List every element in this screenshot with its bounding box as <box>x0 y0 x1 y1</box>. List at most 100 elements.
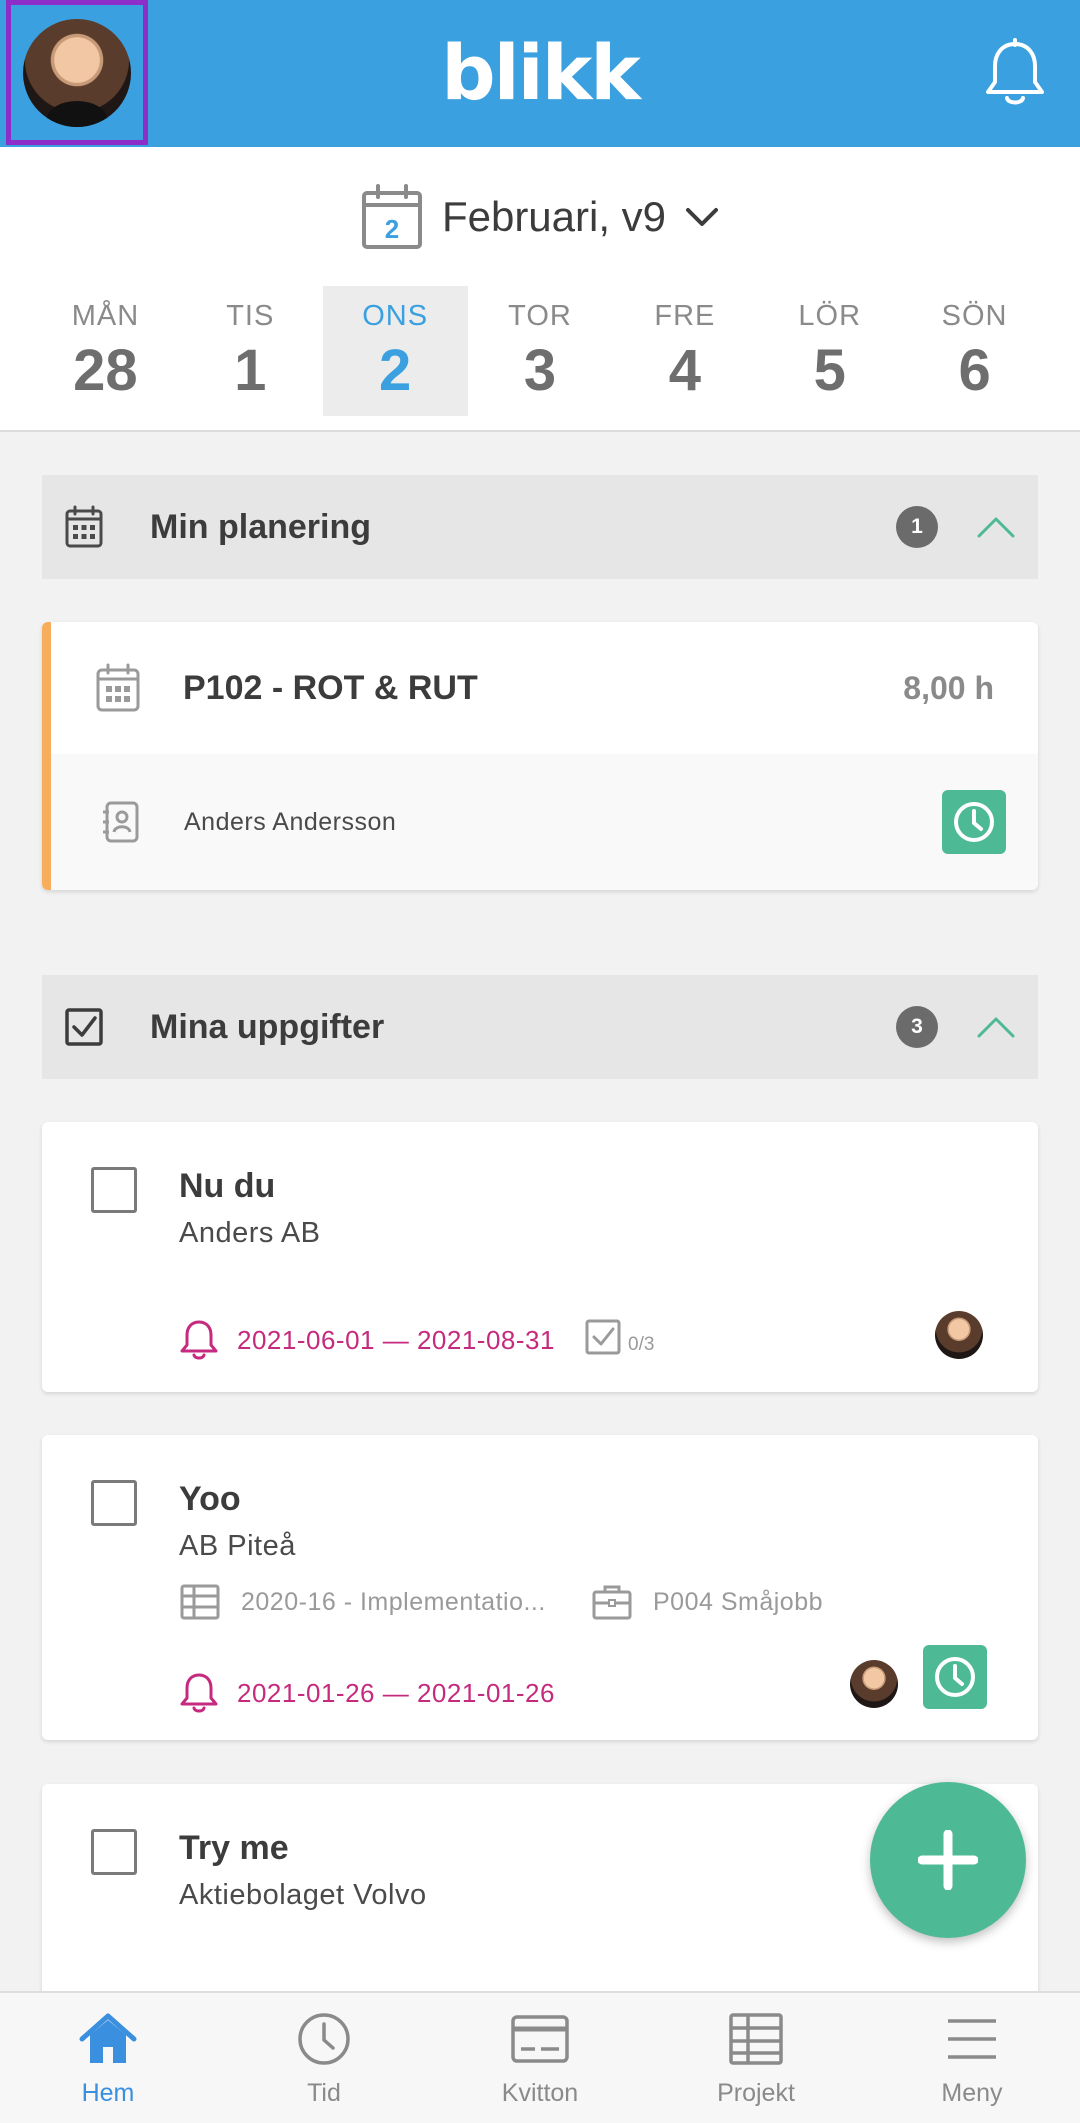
chevron-down-icon <box>686 208 719 226</box>
bell-icon[interactable] <box>982 38 1048 110</box>
nav-label: Hem <box>81 2079 135 2107</box>
assignee-avatar <box>850 1660 898 1708</box>
clock-icon <box>935 1657 975 1697</box>
bottom-navigation: Hem Tid Kvitton Projekt Meny <box>0 1991 1080 2123</box>
task-due-dates: 2021-01-26 — 2021-01-26 <box>237 1677 555 1708</box>
day-wed[interactable]: ONS 2 <box>322 286 468 416</box>
calendar-icon <box>65 505 103 548</box>
day-number: 2 <box>379 338 412 403</box>
task-title: Yoo <box>179 1480 241 1518</box>
card-stripe <box>42 622 51 890</box>
task-checkbox[interactable] <box>91 1480 137 1526</box>
checklist-icon <box>585 1319 621 1355</box>
task-card[interactable]: Yoo AB Piteå 2020-16 - Implementatio... … <box>42 1435 1038 1740</box>
planning-section-header[interactable]: Min planering 1 <box>42 475 1038 579</box>
checklist-progress: 0/3 <box>584 1318 654 1356</box>
nav-label: Meny <box>941 2079 1003 2107</box>
task-due: 2021-06-01 — 2021-08-31 <box>179 1318 555 1362</box>
day-name: TIS <box>226 300 275 332</box>
day-number: 6 <box>958 338 991 403</box>
contact-name: Anders Andersson <box>184 807 397 836</box>
planning-card-header: P102 - ROT & RUT 8,00 h <box>51 622 1038 754</box>
day-number: 28 <box>73 338 138 403</box>
task-project-label: 2020-16 - Implementatio... <box>241 1587 546 1616</box>
assignee-avatar <box>935 1311 983 1359</box>
task-due-dates: 2021-06-01 — 2021-08-31 <box>237 1324 555 1355</box>
task-project: 2020-16 - Implementatio... <box>179 1583 546 1621</box>
month-week-label: Februari, v9 <box>441 193 667 240</box>
calendar-icon <box>96 663 140 712</box>
nav-receipts[interactable]: Kvitton <box>432 1993 648 2123</box>
day-fri[interactable]: FRE 4 <box>612 286 757 416</box>
day-number: 4 <box>668 338 701 403</box>
task-due: 2021-01-26 — 2021-01-26 <box>179 1671 555 1715</box>
clock-icon <box>954 802 994 842</box>
count-badge: 3 <box>896 1006 938 1048</box>
planning-hours: 8,00 h <box>903 669 994 706</box>
planning-title: P102 - ROT & RUT <box>183 668 478 707</box>
chevron-up-icon[interactable] <box>976 515 1016 539</box>
week-selector: 2 Februari, v9 MÅN 28 TIS 1 ONS 2 TOR 3 FRE 4… <box>0 147 1080 432</box>
task-job: P004 Småjobb <box>591 1583 823 1621</box>
count-badge: 1 <box>896 506 938 548</box>
receipt-icon <box>511 2015 569 2063</box>
day-sat[interactable]: LÖR 5 <box>757 286 902 416</box>
day-name: ONS <box>362 300 429 332</box>
contact-card-icon <box>103 801 139 843</box>
day-name: LÖR <box>798 300 862 332</box>
day-name: MÅN <box>71 300 140 332</box>
day-number: 3 <box>523 338 557 403</box>
day-list: MÅN 28 TIS 1 ONS 2 TOR 3 FRE 4 LÖR 5 SÖN 6 <box>33 286 1047 416</box>
task-title: Nu du <box>179 1167 276 1205</box>
bell-icon <box>180 1320 218 1360</box>
section-title: Min planering <box>150 507 371 546</box>
project-icon <box>729 2013 783 2065</box>
add-button[interactable] <box>870 1782 1026 1938</box>
planning-card[interactable]: P102 - ROT & RUT 8,00 h Anders Andersson <box>42 622 1038 890</box>
day-number: 5 <box>813 338 846 403</box>
nav-menu[interactable]: Meny <box>864 1993 1080 2123</box>
bell-icon <box>180 1673 218 1713</box>
day-name: TOR <box>508 300 572 332</box>
day-thu[interactable]: TOR 3 <box>468 286 613 416</box>
section-title: Mina uppgifter <box>150 1007 385 1046</box>
home-icon <box>79 2013 137 2063</box>
checklist-count: 0/3 <box>628 1334 655 1355</box>
briefcase-icon <box>592 1585 632 1620</box>
nav-time[interactable]: Tid <box>216 1993 432 2123</box>
app-logo: blikk <box>441 28 641 117</box>
task-company: Anders AB <box>179 1217 321 1249</box>
day-number: 1 <box>234 338 267 403</box>
checkbox-checked-icon <box>65 1008 103 1046</box>
table-icon <box>180 1584 220 1620</box>
task-card[interactable]: Nu du Anders AB 2021-06-01 — 2021-08-31 … <box>42 1122 1038 1392</box>
day-sun[interactable]: SÖN 6 <box>902 286 1047 416</box>
day-name: FRE <box>654 300 716 332</box>
start-timer-button[interactable] <box>923 1645 987 1709</box>
calendar-day: 2 <box>385 214 399 244</box>
day-name: SÖN <box>941 300 1008 332</box>
day-tue[interactable]: TIS 1 <box>178 286 323 416</box>
plus-icon <box>918 1830 978 1890</box>
start-timer-button[interactable] <box>942 790 1006 854</box>
day-mon[interactable]: MÅN 28 <box>33 286 178 416</box>
nav-home[interactable]: Hem <box>0 1993 216 2123</box>
task-company: AB Piteå <box>179 1530 296 1562</box>
planning-card-footer: Anders Andersson <box>51 754 1038 890</box>
nav-label: Projekt <box>717 2079 795 2107</box>
nav-label: Tid <box>307 2079 341 2107</box>
task-checkbox[interactable] <box>91 1167 137 1213</box>
menu-icon <box>948 2019 996 2059</box>
app-header: blikk <box>0 0 1080 147</box>
task-job-label: P004 Småjobb <box>653 1587 824 1616</box>
task-title: Try me <box>179 1829 289 1867</box>
calendar-icon: 2 <box>361 184 422 249</box>
nav-projects[interactable]: Projekt <box>648 1993 864 2123</box>
task-checkbox[interactable] <box>91 1829 137 1875</box>
tasks-section-header[interactable]: Mina uppgifter 3 <box>42 975 1038 1079</box>
month-picker[interactable]: 2 Februari, v9 <box>0 183 1080 251</box>
nav-label: Kvitton <box>501 2079 579 2107</box>
chevron-up-icon[interactable] <box>976 1015 1016 1039</box>
task-company: Aktiebolaget Volvo <box>179 1879 427 1911</box>
clock-icon <box>298 2013 350 2065</box>
